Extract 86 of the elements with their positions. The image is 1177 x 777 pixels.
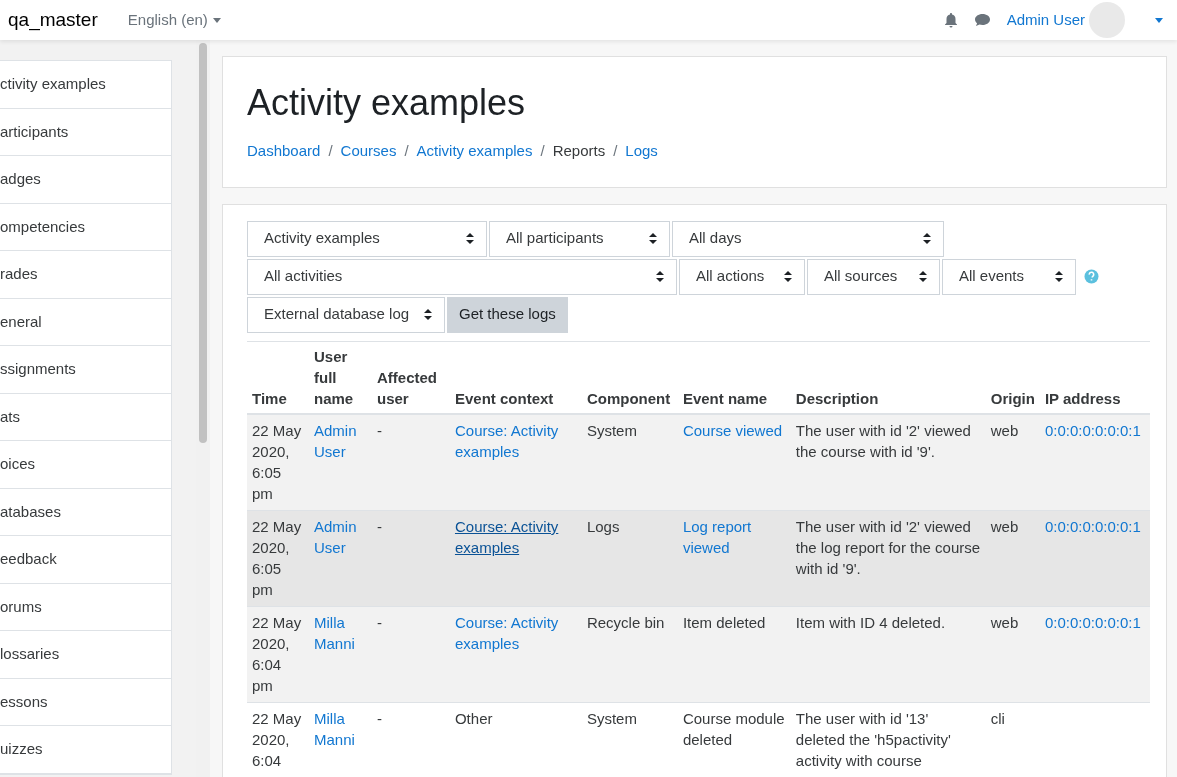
sidebar-item[interactable]: eedback <box>0 548 57 571</box>
breadcrumb-separator: / <box>613 141 618 162</box>
breadcrumb-link[interactable]: Dashboard <box>247 140 321 163</box>
table-cell-text: System <box>586 708 637 729</box>
sidebar-item[interactable]: atabases <box>0 500 61 523</box>
breadcrumb-separator: / <box>328 141 333 162</box>
select-dropdown[interactable]: All actions <box>679 258 805 295</box>
sidebar-item[interactable]: essons <box>0 690 48 713</box>
sidebar-item[interactable]: ompetencies <box>0 215 86 238</box>
sort-arrows-icon <box>784 271 792 283</box>
table-cell-text: Recycle bin <box>586 612 665 633</box>
column-header: Affected user <box>371 341 450 414</box>
table-cell-text: The user with id '2' viewed the log report for the course with id '9'. <box>795 516 981 579</box>
table-cell-text: - <box>376 420 382 441</box>
table-cell-text: - <box>376 612 382 633</box>
event-link[interactable]: Course viewed <box>682 419 783 441</box>
breadcrumb-separator: / <box>404 141 409 162</box>
sidebar-item[interactable]: oices <box>0 453 36 476</box>
table-cell-text: - <box>376 516 382 537</box>
ip-address-link[interactable]: 0:0:0:0:0:0:0:1 <box>1044 515 1141 537</box>
sidebar-item[interactable]: adges <box>0 168 41 191</box>
select-dropdown[interactable]: All sources <box>807 258 940 295</box>
select-dropdown[interactable]: All days <box>672 220 944 257</box>
breadcrumb-link[interactable]: Logs <box>625 140 658 163</box>
sidebar-item[interactable]: ats <box>0 405 20 428</box>
table-cell-text: System <box>586 420 637 441</box>
ip-address-link[interactable]: 0:0:0:0:0:0:0:1 <box>1044 611 1141 633</box>
page-title: Activity examples <box>247 81 527 125</box>
table-cell-text: The user with id '13' deleted the 'h5pactivity' activity with course <box>795 708 952 771</box>
table-cell-text: Logs <box>586 516 620 537</box>
breadcrumb-item: Reports <box>552 141 606 162</box>
table-cell-text: web <box>990 612 1019 633</box>
sort-arrows-icon <box>923 233 931 245</box>
user-link[interactable]: Milla Manni <box>314 707 367 750</box>
sort-arrows-icon <box>424 309 432 321</box>
select-dropdown[interactable]: All activities <box>247 258 677 295</box>
breadcrumb-separator: / <box>540 141 545 162</box>
ip-address-link[interactable]: 0:0:0:0:0:0:0:1 <box>1044 419 1141 441</box>
sort-arrows-icon <box>1055 271 1063 283</box>
chat-bubble-icon[interactable] <box>973 13 991 27</box>
sidebar-item[interactable]: ctivity examples <box>0 73 106 96</box>
table-cell-text: Other <box>454 708 493 729</box>
sidebar-item[interactable]: rades <box>0 263 38 286</box>
column-header: IP address <box>1039 341 1150 414</box>
get-logs-button[interactable]: Get these logs <box>447 296 568 333</box>
select-dropdown[interactable]: All participants <box>489 220 670 257</box>
table-cell-text: web <box>990 516 1019 537</box>
table-cell-text: Item deleted <box>682 612 766 633</box>
column-header: Description <box>790 341 986 414</box>
caret-icon[interactable] <box>1155 17 1163 23</box>
notification-bell-icon[interactable] <box>943 12 958 28</box>
sidebar-item[interactable]: uizzes <box>0 738 43 761</box>
scrollbar[interactable] <box>196 40 210 777</box>
column-header: Time <box>247 341 309 414</box>
table-cell-text: web <box>990 420 1019 441</box>
table-cell-text: 22 May 2020, 6:05 pm <box>252 516 303 600</box>
table-cell-text: The user with id '2' viewed the course with id '9'. <box>795 420 972 462</box>
sort-arrows-icon <box>649 233 657 245</box>
table-cell-text: - <box>376 708 382 729</box>
sidebar-item[interactable]: lossaries <box>0 643 60 666</box>
table-cell-text: 22 May 2020, 6:04 <box>252 708 303 771</box>
table-cell-text: Item with ID 4 deleted. <box>795 612 946 633</box>
column-header: User full name <box>309 341 372 414</box>
select-dropdown[interactable]: External database log <box>247 296 445 333</box>
sidebar-item[interactable]: articipants <box>0 120 69 143</box>
sidebar-item[interactable]: orums <box>0 595 42 618</box>
table-cell-text: 22 May 2020, 6:04 pm <box>252 612 303 696</box>
sort-arrows-icon <box>919 271 927 283</box>
table-cell-text: 22 May 2020, 6:05 pm <box>252 420 303 504</box>
breadcrumb-link[interactable]: Courses <box>340 140 397 163</box>
sidebar-item[interactable]: ssignments <box>0 358 76 381</box>
table-cell-text: Course module deleted <box>682 708 786 750</box>
column-header: Origin <box>985 341 1040 414</box>
sort-arrows-icon <box>466 233 474 245</box>
select-dropdown[interactable]: Activity examples <box>247 220 487 257</box>
column-header: Event name <box>677 341 791 414</box>
column-header: Event context <box>449 341 582 414</box>
language-menu[interactable]: English (en) <box>127 8 221 32</box>
sort-arrows-icon <box>656 271 664 283</box>
column-header: Component <box>581 341 678 414</box>
table-cell-text: cli <box>990 708 1005 729</box>
sidebar-item[interactable]: eneral <box>0 310 42 333</box>
select-dropdown[interactable]: All events <box>942 258 1076 295</box>
site-name[interactable]: qa_master <box>8 5 98 35</box>
user-menu[interactable]: Admin User <box>1006 8 1085 32</box>
breadcrumb-link[interactable]: Activity examples <box>416 140 533 163</box>
